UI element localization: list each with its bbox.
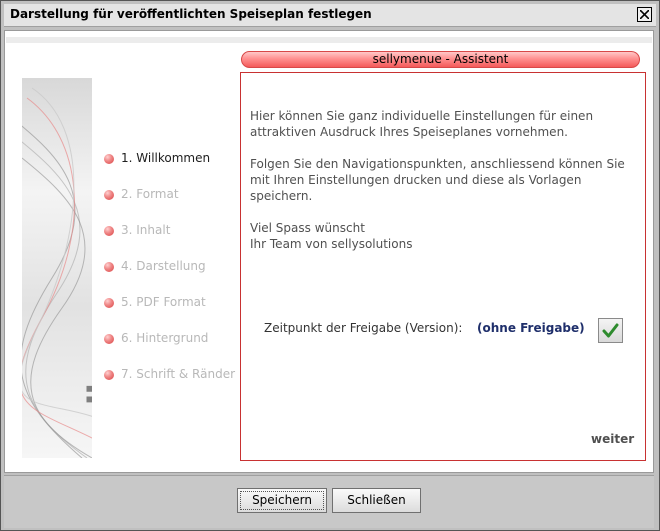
close-window-button[interactable] bbox=[637, 7, 652, 22]
release-label: Zeitpunkt der Freigabe (Version): bbox=[264, 321, 463, 335]
close-button[interactable]: Schließen bbox=[332, 488, 421, 513]
save-button[interactable]: Speichern bbox=[237, 488, 327, 513]
text-line: Viel Spass wünscht bbox=[250, 221, 365, 235]
panel-top-strip bbox=[6, 37, 652, 43]
release-value: (ohne Freigabe) bbox=[477, 321, 585, 335]
step-label: 7. Schrift & Ränder bbox=[121, 367, 236, 381]
brand-part-1: selly bbox=[79, 361, 92, 450]
intro-text: Hier können Sie ganz individuelle Einste… bbox=[250, 108, 630, 140]
confirm-release-button[interactable] bbox=[598, 318, 623, 343]
text-line: attraktiven Ausdruck Ihres Speiseplanes … bbox=[250, 125, 568, 139]
step-bullet-icon bbox=[104, 190, 114, 200]
checkmark-icon bbox=[602, 323, 619, 338]
title-bar: Darstellung für veröffentlichten Speisep… bbox=[4, 4, 656, 27]
brand-banner: sellymenue bbox=[22, 78, 92, 458]
text-line: speichern. bbox=[250, 189, 313, 203]
brand-part-2: menue bbox=[79, 231, 92, 362]
wizard-header: sellymenue - Assistent bbox=[241, 51, 640, 68]
greeting-text: Viel Spass wünscht Ihr Team von sellysol… bbox=[250, 220, 630, 252]
window-title: Darstellung für veröffentlichten Speisep… bbox=[10, 7, 372, 21]
step-bullet-icon bbox=[104, 298, 114, 308]
step-bullet-icon bbox=[104, 262, 114, 272]
step-bullet-icon bbox=[104, 370, 114, 380]
brand-logo-text: sellymenue bbox=[79, 231, 92, 450]
next-link[interactable]: weiter bbox=[591, 432, 634, 446]
navigation-text: Folgen Sie den Navigationspunkten, ansch… bbox=[250, 156, 630, 204]
dialog-footer: Speichern Schließen bbox=[4, 475, 654, 528]
step-bullet-icon bbox=[104, 154, 114, 164]
text-line: Folgen Sie den Navigationspunkten, ansch… bbox=[250, 157, 625, 171]
text-line: Hier können Sie ganz individuelle Einste… bbox=[250, 109, 594, 123]
step-label: 2. Format bbox=[121, 187, 179, 201]
step-bullet-icon bbox=[104, 334, 114, 344]
step-bullet-icon bbox=[104, 226, 114, 236]
step-label: 3. Inhalt bbox=[121, 223, 171, 237]
step-label: 5. PDF Format bbox=[121, 295, 206, 309]
wizard-content: Hier können Sie ganz individuelle Einste… bbox=[240, 72, 646, 461]
step-label: 4. Darstellung bbox=[121, 259, 206, 273]
step-label: 6. Hintergrund bbox=[121, 331, 209, 345]
text-line: mit Ihren Einstellungen drucken und dies… bbox=[250, 173, 582, 187]
step-label: 1. Willkommen bbox=[121, 151, 211, 165]
close-icon bbox=[640, 10, 649, 19]
text-line: Ihr Team von sellysolutions bbox=[250, 237, 413, 251]
